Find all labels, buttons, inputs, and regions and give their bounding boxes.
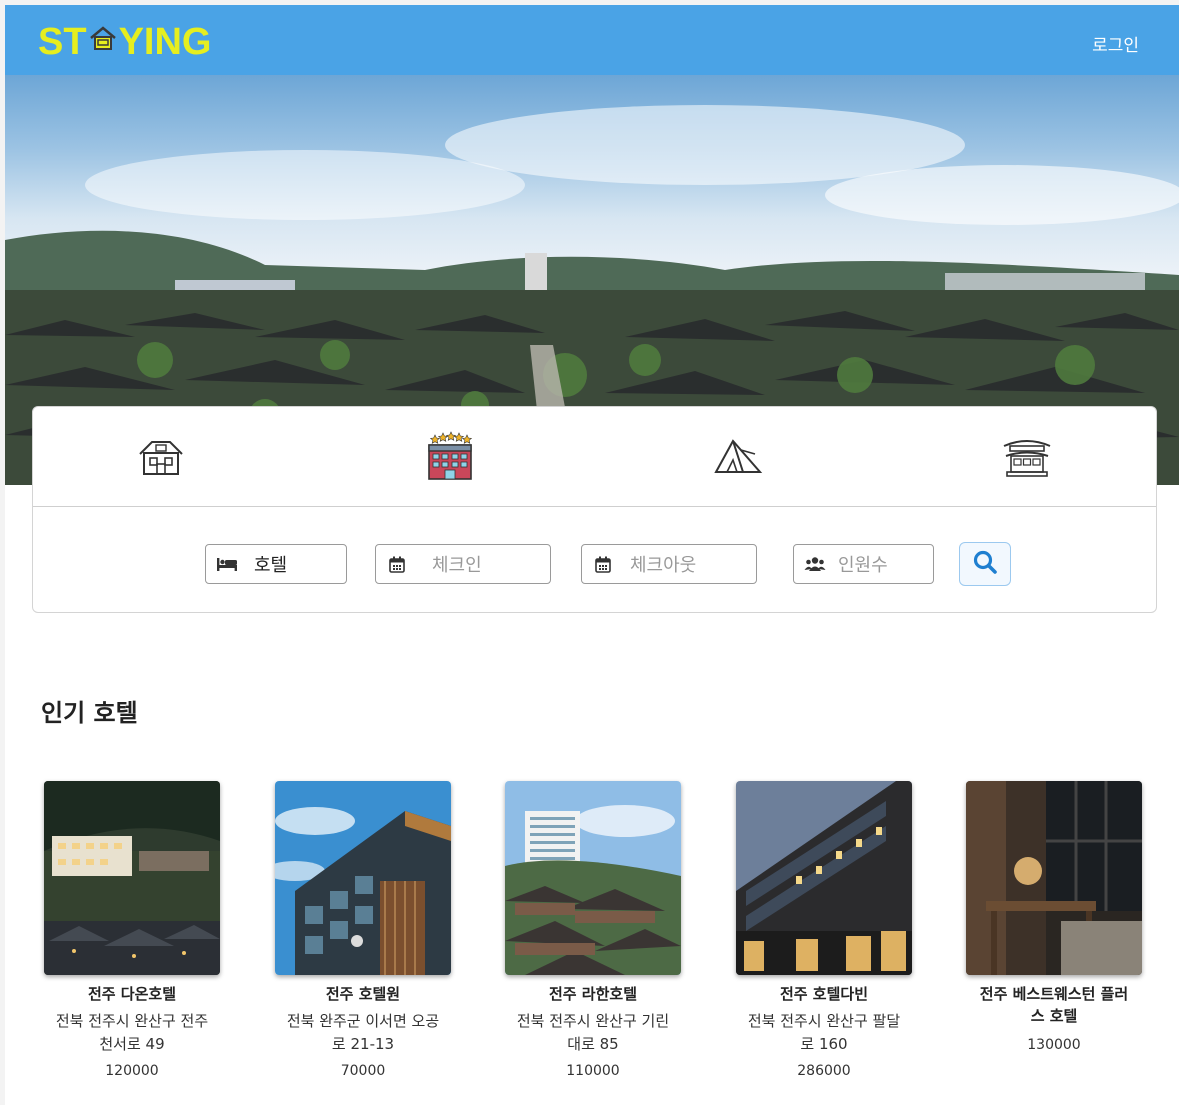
hotel-card[interactable]: 전주 다온호텔 전북 전주시 완산구 전주 천서로 49 120000 — [44, 781, 220, 1081]
hotel-price: 110000 — [566, 1063, 620, 1079]
calendar-icon — [386, 553, 408, 575]
category-hotel[interactable] — [420, 431, 480, 485]
hotel-card[interactable]: 전주 베스트웨스턴 플러 스 호텔 130000 — [966, 781, 1142, 1055]
category-row — [33, 407, 1156, 507]
hotel-name[interactable]: 전주 다온호텔 — [44, 983, 220, 1005]
hotel-name-line: 전주 베스트웨스턴 플러 — [979, 985, 1129, 1003]
logo-text-right: YING — [118, 20, 212, 63]
hotel-icon — [425, 431, 475, 485]
hotel-price: 286000 — [797, 1063, 851, 1079]
hotel-address-line: 전북 전주시 완산구 기린 — [516, 1012, 670, 1030]
users-icon — [804, 553, 826, 575]
checkout-input[interactable]: 체크아웃 — [581, 544, 757, 584]
house-icon — [136, 436, 186, 480]
hotel-address: 전북 전주시 완산구 전주 천서로 49 — [44, 1010, 220, 1056]
hotel-price: 120000 — [105, 1063, 159, 1079]
hotel-photo[interactable] — [44, 781, 220, 975]
search-panel: 호텔 체크인 체크아웃 인원수 — [32, 406, 1157, 613]
login-link[interactable]: 로그인 — [1092, 31, 1139, 56]
accommodation-type-value: 호텔 — [254, 555, 288, 576]
guests-placeholder: 인원수 — [838, 555, 888, 576]
hotel-address-line: 로 160 — [800, 1035, 848, 1053]
search-button[interactable] — [959, 542, 1011, 586]
guests-input[interactable]: 인원수 — [793, 544, 934, 584]
tent-icon — [713, 436, 763, 480]
hotel-address: 전북 완주군 이서면 오공 로 21-13 — [275, 1010, 451, 1056]
bed-icon — [216, 553, 238, 575]
hotel-address: 전북 전주시 완산구 팔달 로 160 — [736, 1010, 912, 1056]
hotel-name[interactable]: 전주 베스트웨스턴 플러 스 호텔 — [966, 983, 1142, 1027]
hotel-card[interactable]: 전주 호텔다빈 전북 전주시 완산구 팔달 로 160 286000 — [736, 781, 912, 1081]
page: ST YING 로그인 호텔 체크인 체크아웃 인원수 인기 호텔 전주 다온호… — [5, 5, 1179, 1105]
hotel-photo[interactable] — [736, 781, 912, 975]
hotel-card[interactable]: 전주 호텔원 전북 완주군 이서면 오공 로 21-13 70000 — [275, 781, 451, 1081]
category-hanok[interactable] — [997, 431, 1057, 485]
logo-house-icon — [88, 21, 118, 64]
hotel-photo[interactable] — [275, 781, 451, 975]
hotel-name-line: 스 호텔 — [1030, 1007, 1078, 1025]
hotel-address-line: 천서로 49 — [99, 1035, 165, 1053]
checkout-placeholder: 체크아웃 — [630, 555, 697, 576]
popular-hotels-title: 인기 호텔 — [41, 699, 138, 727]
hotel-photo[interactable] — [966, 781, 1142, 975]
hotel-address-line: 전북 전주시 완산구 전주 — [55, 1012, 209, 1030]
checkin-placeholder: 체크인 — [432, 555, 482, 576]
hotel-address: 전북 전주시 완산구 기린 대로 85 — [505, 1010, 681, 1056]
hotel-name[interactable]: 전주 라한호텔 — [505, 983, 681, 1005]
logo[interactable]: ST YING — [38, 20, 212, 64]
hotel-photo[interactable] — [505, 781, 681, 975]
hotel-name[interactable]: 전주 호텔원 — [275, 983, 451, 1005]
hotel-address-line: 대로 85 — [567, 1035, 619, 1053]
top-navbar: ST YING 로그인 — [5, 5, 1179, 75]
hotel-card[interactable]: 전주 라한호텔 전북 전주시 완산구 기린 대로 85 110000 — [505, 781, 681, 1081]
hotel-address-line: 전북 전주시 완산구 팔달 — [747, 1012, 901, 1030]
hotel-address-line: 전북 완주군 이서면 오공 — [286, 1012, 440, 1030]
category-camping[interactable] — [708, 431, 768, 485]
hotel-price: 130000 — [1027, 1037, 1081, 1053]
logo-text-left: ST — [38, 20, 87, 63]
calendar-icon — [592, 553, 614, 575]
category-house[interactable] — [131, 431, 191, 485]
hotel-price: 70000 — [340, 1063, 386, 1079]
search-icon — [972, 549, 998, 579]
hanok-icon — [1002, 434, 1052, 482]
checkin-input[interactable]: 체크인 — [375, 544, 551, 584]
hotel-address-line: 로 21-13 — [331, 1035, 395, 1053]
hotel-name[interactable]: 전주 호텔다빈 — [736, 983, 912, 1005]
accommodation-type-select[interactable]: 호텔 — [205, 544, 347, 584]
